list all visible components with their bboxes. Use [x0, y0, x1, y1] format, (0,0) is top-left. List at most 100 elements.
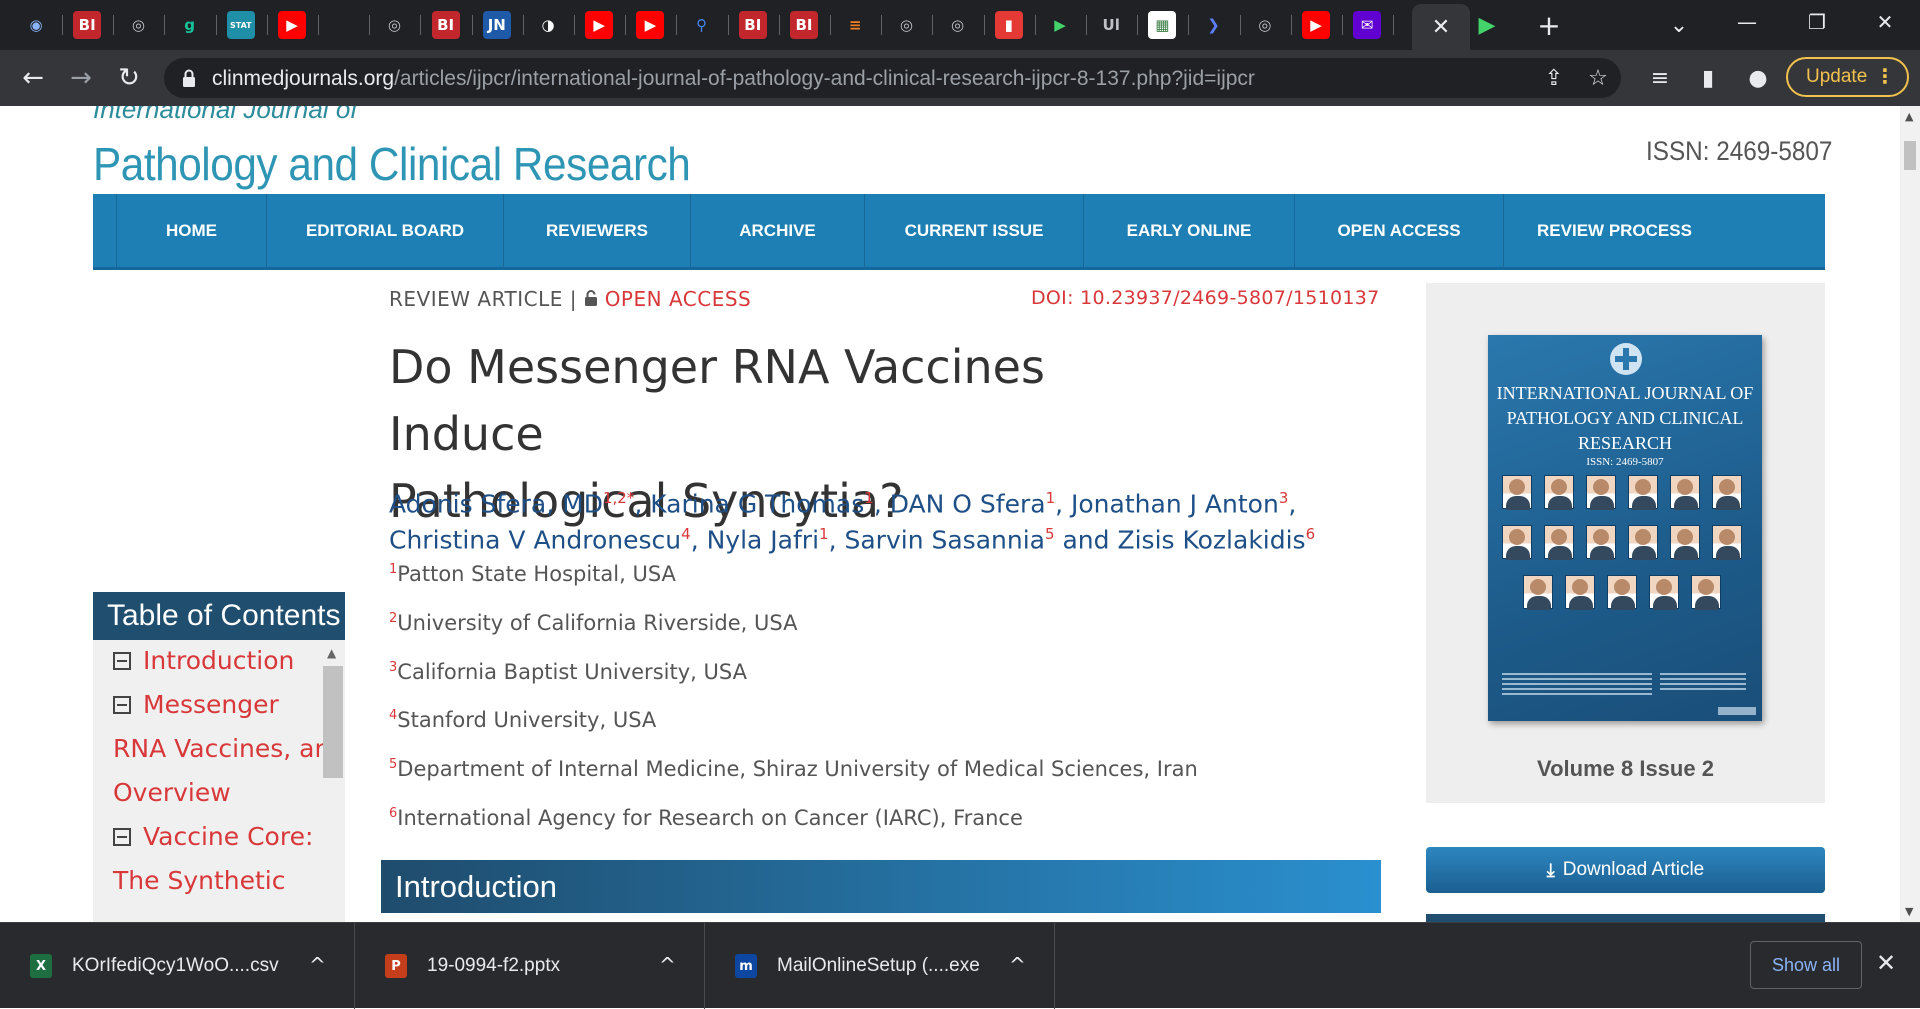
globe-icon[interactable]: ◎: [1250, 11, 1279, 39]
arrow-icon[interactable]: ❯: [1199, 11, 1228, 39]
media-control-icon[interactable]: ≡: [1644, 62, 1676, 94]
bi-icon[interactable]: BI: [738, 11, 767, 39]
toc-item-label[interactable]: The Synthetic: [113, 866, 285, 895]
author-name[interactable]: Nyla Jafri: [707, 526, 819, 555]
toc-item[interactable]: Introduction: [113, 646, 294, 675]
nav-archive[interactable]: ARCHIVE: [690, 194, 864, 267]
toc-scroll-thumb[interactable]: [323, 666, 343, 778]
yahoo-icon[interactable]: ✉: [1353, 11, 1382, 39]
globe-icon[interactable]: ◎: [124, 11, 153, 39]
bookmark-star-icon[interactable]: ☆: [1582, 62, 1614, 94]
mic-icon[interactable]: ▮: [994, 11, 1023, 39]
youtube-icon[interactable]: ▶: [1302, 11, 1330, 39]
address-bar[interactable]: clinmedjournals.org/articles/ijpcr/inter…: [164, 58, 1621, 98]
author-name[interactable]: Sarvin Sasannia: [844, 526, 1045, 555]
download-item[interactable]: P 19-0994-f2.pptx ^: [355, 923, 705, 1009]
new-tab-button[interactable]: +: [1532, 8, 1566, 42]
download-options-icon[interactable]: ^: [309, 953, 326, 977]
toc-item[interactable]: Vaccine Core:: [113, 822, 313, 851]
nav-home[interactable]: HOME: [116, 194, 266, 267]
play-icon[interactable]: ▶: [1046, 11, 1074, 39]
tab-close-icon[interactable]: ✕: [1432, 15, 1450, 40]
download-options-icon[interactable]: ^: [659, 953, 676, 977]
nav-open-access[interactable]: OPEN ACCESS: [1294, 194, 1503, 267]
toc-item-label[interactable]: Messenger: [143, 690, 279, 719]
close-window-button[interactable]: ✕: [1850, 0, 1920, 44]
bi-icon[interactable]: BI: [790, 11, 818, 39]
download-article-button[interactable]: ⤓ Download Article: [1426, 847, 1825, 893]
doi-link[interactable]: DOI: 10.23937/2469-5807/1510137: [1031, 287, 1380, 309]
jn-icon[interactable]: JN: [482, 11, 511, 39]
page-scroll-thumb[interactable]: [1904, 141, 1916, 170]
download-options-icon[interactable]: ^: [1009, 953, 1026, 977]
toc-item[interactable]: The Synthetic: [113, 866, 285, 895]
toc-scrollbar[interactable]: ▲: [323, 644, 343, 824]
nav-current-issue[interactable]: CURRENT ISSUE: [864, 194, 1083, 267]
restore-button[interactable]: ❐: [1782, 0, 1852, 44]
blank-icon[interactable]: [329, 11, 358, 39]
collapse-box-icon[interactable]: [113, 652, 131, 670]
url-text[interactable]: clinmedjournals.org/articles/ijpcr/inter…: [212, 67, 1255, 91]
close-shelf-icon[interactable]: ✕: [1876, 949, 1896, 977]
reload-button[interactable]: ↻: [112, 61, 146, 95]
lock-icon[interactable]: [182, 68, 196, 88]
download-item[interactable]: m MailOnlineSetup (....exe ^: [705, 923, 1055, 1009]
author-name[interactable]: Karina G Thomas: [650, 489, 864, 518]
volume-issue-link[interactable]: Volume 8 Issue 2: [1426, 756, 1825, 782]
youtube-icon[interactable]: ▶: [636, 11, 665, 39]
author-name[interactable]: Christina V Andronescu: [389, 526, 681, 555]
toc-item-label[interactable]: Introduction: [143, 646, 294, 675]
author-name[interactable]: Zisis Kozlakidis: [1117, 526, 1305, 555]
bi-icon[interactable]: BI: [431, 11, 460, 39]
tab-search-button[interactable]: ⌄: [1662, 8, 1696, 42]
nav-reviewers[interactable]: REVIEWERS: [503, 194, 690, 267]
collapse-box-icon[interactable]: [113, 696, 131, 714]
side-panel-icon[interactable]: ▮: [1692, 62, 1724, 94]
youtube-icon[interactable]: ▶: [585, 11, 614, 39]
play-icon[interactable]: ▶: [1470, 8, 1504, 42]
download-filename[interactable]: 19-0994-f2.pptx: [427, 955, 560, 977]
nav-review-process[interactable]: REVIEW PROCESS: [1503, 194, 1725, 267]
download-filename[interactable]: KOrIfediQcy1WoO....csv: [72, 955, 279, 977]
journal-cover-image[interactable]: INTERNATIONAL JOURNAL OF PATHOLOGY AND C…: [1488, 335, 1762, 721]
globe-icon[interactable]: ◎: [380, 11, 409, 39]
g-icon[interactable]: g: [175, 11, 204, 39]
circle-icon[interactable]: ◑: [534, 11, 562, 39]
toc-item[interactable]: Overview: [113, 778, 231, 807]
page-scrollbar[interactable]: ▲ ▼: [1900, 106, 1920, 922]
author-name[interactable]: DAN O Sfera: [890, 489, 1046, 518]
nav-editorial-board[interactable]: EDITORIAL BOARD: [266, 194, 503, 267]
update-button[interactable]: Update ⋮: [1786, 57, 1909, 97]
toc-item-label[interactable]: Overview: [113, 778, 231, 807]
toc-item[interactable]: Messenger: [113, 690, 279, 719]
grid-icon[interactable]: ▦: [1148, 11, 1177, 39]
scroll-up-arrow-icon[interactable]: ▲: [1905, 110, 1913, 123]
youtube-icon[interactable]: ▶: [278, 11, 306, 39]
profile-icon[interactable]: ●: [1742, 62, 1774, 94]
toc-item[interactable]: RNA Vaccines, an: [113, 734, 330, 763]
scroll-down-arrow-icon[interactable]: ▼: [1905, 905, 1913, 918]
download-item[interactable]: X KOrIfediQcy1WoO....csv ^: [0, 923, 355, 1009]
collapse-box-icon[interactable]: [113, 828, 131, 846]
author-name[interactable]: Jonathan J Anton: [1071, 489, 1279, 518]
forward-button[interactable]: →: [64, 61, 98, 95]
toc-item-label[interactable]: RNA Vaccines, an: [113, 734, 330, 763]
bi-icon[interactable]: BI: [73, 11, 102, 39]
menu-dots-icon[interactable]: ⋮: [1875, 64, 1895, 88]
back-button[interactable]: ←: [16, 61, 50, 95]
stat-icon[interactable]: STAT: [226, 11, 255, 39]
minimize-button[interactable]: —: [1712, 0, 1782, 44]
ul-icon[interactable]: Ul: [1097, 11, 1126, 39]
scroll-up-icon[interactable]: ▲: [327, 646, 336, 660]
author-name[interactable]: Adonis Sfera, MD: [389, 489, 603, 518]
active-tab[interactable]: ✕: [1412, 4, 1470, 50]
stack-icon[interactable]: ≡: [841, 11, 870, 39]
globe-icon[interactable]: ◎: [892, 11, 921, 39]
journal-title[interactable]: Pathology and Clinical Research: [93, 137, 691, 191]
globe-icon[interactable]: ◉: [22, 11, 50, 39]
toc-item-label[interactable]: Vaccine Core:: [143, 822, 313, 851]
nav-early-online[interactable]: EARLY ONLINE: [1083, 194, 1294, 267]
show-all-downloads-button[interactable]: Show all: [1750, 941, 1862, 989]
search-icon[interactable]: ⚲: [687, 11, 716, 39]
download-filename[interactable]: MailOnlineSetup (....exe: [777, 955, 980, 977]
